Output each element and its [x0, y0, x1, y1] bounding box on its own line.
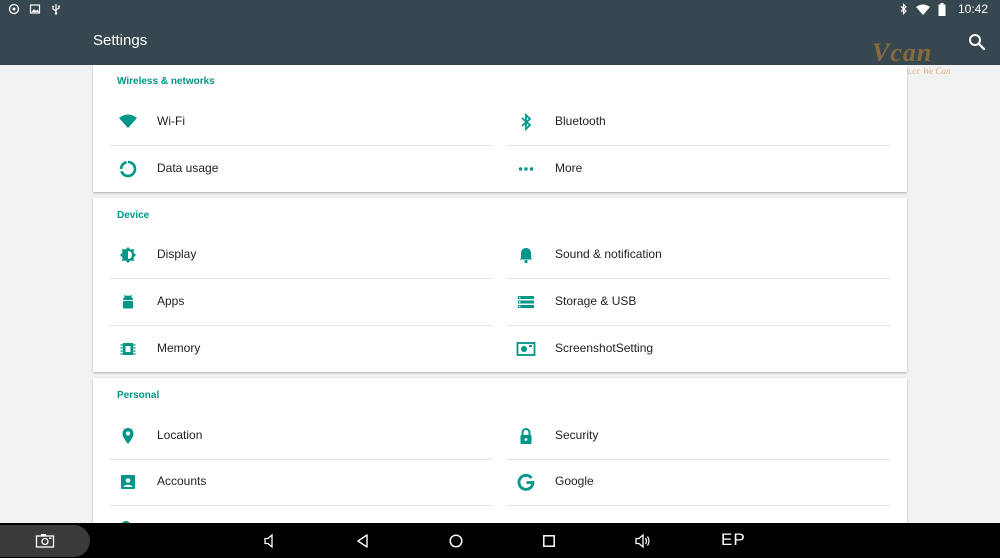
setting-item-label: Data usage — [157, 161, 219, 175]
app-bar: Settings — [0, 18, 1000, 65]
setting-item-label: Bluetooth — [555, 114, 606, 128]
wifi-icon — [117, 111, 139, 133]
usb-icon — [52, 4, 60, 15]
setting-item-label: ScreenshotSetting — [555, 341, 654, 355]
setting-item-memory[interactable]: Memory — [109, 326, 492, 372]
home-button[interactable] — [446, 531, 466, 551]
section-wireless-networks: Wireless & networks Wi-Fi Bluetooth Data… — [93, 65, 907, 192]
setting-item-display[interactable]: Display — [109, 232, 492, 278]
setting-item-label: Apps — [157, 294, 185, 308]
status-bar: 10:42 — [0, 0, 1000, 18]
setting-item-label: More — [555, 161, 583, 175]
android-icon — [117, 291, 139, 313]
section-header: Device — [117, 210, 150, 221]
more-icon — [515, 158, 537, 180]
memory-icon — [117, 338, 139, 360]
bell-icon — [515, 244, 537, 266]
setting-item-more[interactable]: More — [507, 146, 890, 192]
bluetooth-status-icon — [900, 3, 907, 15]
screenshot-setting-icon — [515, 338, 537, 360]
status-left-icons — [8, 3, 62, 15]
storage-icon — [515, 291, 537, 313]
setting-item-label: Storage & USB — [555, 294, 637, 308]
setting-item-label: Wi-Fi — [157, 114, 185, 128]
setting-item-label: Memory — [157, 341, 201, 355]
wifi-status-icon — [915, 4, 930, 15]
data-usage-icon — [117, 158, 139, 180]
volume-down-icon — [264, 533, 273, 549]
home-icon — [449, 534, 463, 548]
setting-item-label: Display — [157, 247, 197, 261]
setting-item-google[interactable]: Google — [507, 459, 890, 505]
setting-item-data-usage[interactable]: Data usage — [109, 146, 492, 192]
image-notification-icon — [29, 4, 41, 14]
location-pin-icon — [117, 425, 139, 447]
battery-icon — [938, 2, 946, 16]
lock-icon — [515, 425, 537, 447]
setting-item-label: Location — [157, 428, 203, 442]
screenshot-button[interactable] — [0, 525, 90, 557]
setting-item-label: Security — [555, 428, 599, 442]
status-right-icons: 10:42 — [900, 0, 988, 18]
recents-button[interactable] — [539, 531, 559, 551]
divider — [109, 505, 492, 506]
recents-icon — [543, 535, 555, 547]
setting-item-wifi[interactable]: Wi-Fi — [109, 99, 492, 145]
steam-notification-icon — [8, 3, 20, 15]
back-icon — [357, 534, 368, 548]
screenshot-icon — [35, 534, 55, 548]
setting-item-label: Sound & notification — [555, 247, 662, 261]
google-icon — [515, 471, 537, 493]
search-icon[interactable] — [968, 33, 986, 51]
page-title: Settings — [93, 32, 148, 49]
back-button[interactable] — [353, 531, 373, 551]
brightness-icon — [117, 244, 139, 266]
volume-up-icon — [635, 533, 650, 549]
navigation-bar: EP — [0, 523, 1000, 558]
setting-item-storage-usb[interactable]: Storage & USB — [507, 279, 890, 325]
setting-item-label: Google — [555, 474, 594, 488]
setting-item-security[interactable]: Security — [507, 413, 890, 459]
setting-item-label: Accounts — [157, 474, 207, 488]
section-device: Device Display Sound & notification Apps… — [93, 198, 907, 372]
setting-item-apps[interactable]: Apps — [109, 279, 492, 325]
divider — [507, 505, 890, 506]
volume-up-button[interactable] — [633, 531, 653, 551]
volume-down-button[interactable] — [260, 531, 280, 551]
setting-item-sound-notification[interactable]: Sound & notification — [507, 232, 890, 278]
bluetooth-icon — [515, 111, 537, 133]
section-header: Personal — [117, 390, 160, 401]
section-header: Wireless & networks — [117, 76, 215, 87]
clock: 10:42 — [957, 2, 988, 16]
setting-item-screenshot-setting[interactable]: ScreenshotSetting — [507, 326, 890, 372]
section-personal: Personal Location Security Accounts Goog… — [93, 378, 907, 531]
ep-button[interactable]: EP — [721, 530, 746, 550]
setting-item-location[interactable]: Location — [109, 413, 492, 459]
setting-item-accounts[interactable]: Accounts — [109, 459, 492, 505]
setting-item-bluetooth[interactable]: Bluetooth — [507, 99, 890, 145]
account-box-icon — [117, 471, 139, 493]
